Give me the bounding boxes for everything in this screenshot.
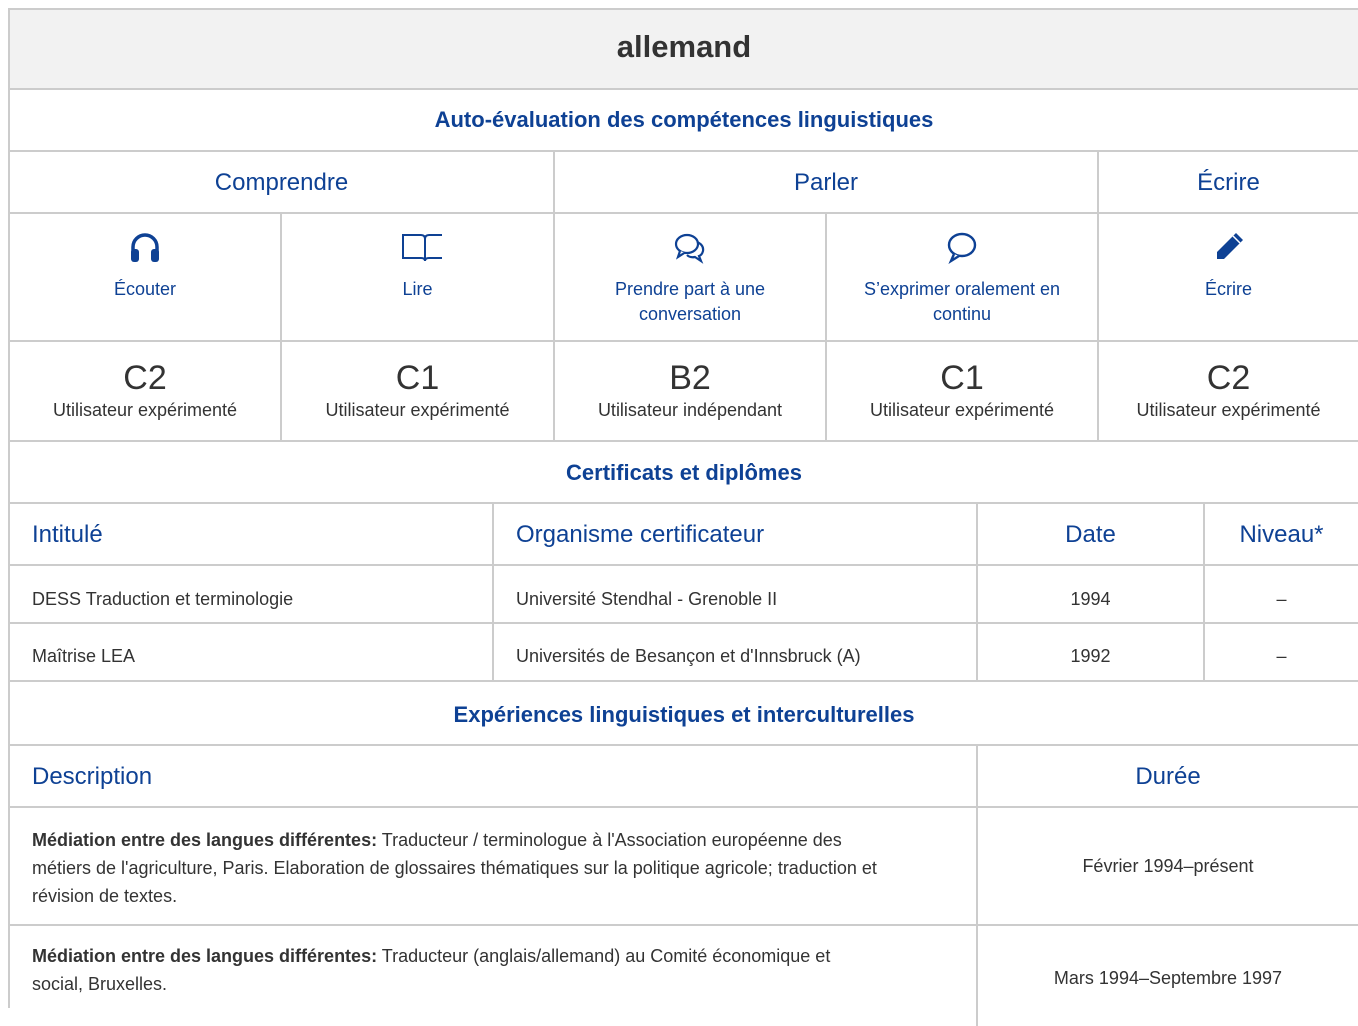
level-description: Utilisateur expérimenté [869, 400, 1055, 420]
experience-description: Médiation entre des langues différentes:… [10, 926, 978, 1026]
level-description: Utilisateur expérimenté [325, 400, 510, 420]
level-description: Utilisateur indépendant [597, 400, 783, 420]
experiences-header-row: Description Durée [10, 746, 1358, 808]
pencil-icon [1216, 233, 1243, 259]
level-code: B2 [669, 359, 711, 397]
group-parler: Parler [555, 152, 1099, 212]
col-niveau: Niveau* [1239, 521, 1324, 548]
speech-bubble-icon [947, 232, 977, 264]
skill-speaking: S’exprimer oralement en continu [827, 214, 1099, 340]
group-ecrire: Écrire [1197, 169, 1260, 196]
skill-label: Écrire [1204, 279, 1252, 299]
level-ecouter: C2 Utilisateur expérimenté [10, 342, 282, 440]
col-intitule: Intitulé [10, 504, 494, 564]
skill-label: Écouter [113, 279, 177, 299]
self-assessment-heading: Auto-évaluation des compétences linguist… [434, 107, 934, 132]
table-row: DESS Traduction et terminologie Universi… [10, 566, 1358, 624]
language-title: allemand [616, 29, 752, 64]
skill-writing: Écrire [1099, 214, 1358, 340]
certificates-heading-row: Certificats et diplômes [10, 442, 1358, 504]
experience-description: Médiation entre des langues différentes:… [10, 808, 978, 924]
level-writing: C2 Utilisateur expérimenté [1099, 342, 1358, 440]
levels-row: C2 Utilisateur expérimenté C1 Utilisateu… [10, 342, 1358, 442]
level-code: C2 [123, 359, 167, 397]
skill-label: Prendre part à une conversation [614, 279, 766, 324]
skill-groups-row: Comprendre Parler Écrire [10, 152, 1358, 214]
col-description: Description [10, 746, 978, 806]
skill-label: S’exprimer oralement en continu [863, 279, 1061, 324]
skill-ecouter: Écouter [10, 214, 282, 340]
group-comprendre: Comprendre [10, 152, 555, 212]
table-row: Médiation entre des langues différentes:… [10, 926, 1358, 1026]
table-row: Maîtrise LEA Universités de Besançon et … [10, 624, 1358, 682]
level-conversation: B2 Utilisateur indépendant [555, 342, 827, 440]
level-code: C1 [940, 359, 984, 397]
col-organisme: Organisme certificateur [494, 504, 978, 564]
skill-conversation: Prendre part à une conversation [555, 214, 827, 340]
headphones-icon [131, 233, 159, 262]
language-passport: allemand Auto-évaluation des compétences… [8, 8, 1358, 1026]
level-lire: C1 Utilisateur expérimenté [282, 342, 555, 440]
skill-lire: Lire [282, 214, 555, 340]
experiences-heading: Expériences linguistiques et intercultur… [453, 702, 915, 727]
experience-duration: Février 1994–présent [1082, 856, 1254, 876]
table-row: Médiation entre des langues différentes:… [10, 808, 1358, 926]
level-description: Utilisateur expérimenté [1136, 400, 1321, 420]
language-title-row: allemand [10, 10, 1358, 90]
skill-label: Lire [402, 279, 433, 299]
self-assessment-heading-row: Auto-évaluation des compétences linguist… [10, 90, 1358, 152]
experiences-heading-row: Expériences linguistiques et intercultur… [10, 682, 1358, 746]
conversation-icon [674, 233, 705, 264]
level-code: C2 [1206, 359, 1251, 397]
level-speaking: C1 Utilisateur expérimenté [827, 342, 1099, 440]
experience-duration: Mars 1994–Septembre 1997 [1053, 968, 1283, 988]
skills-row: Écouter Lire Prendre part à une conversa… [10, 214, 1358, 342]
level-code: C1 [395, 359, 440, 397]
col-duree: Durée [1135, 763, 1201, 790]
certificates-header-row: Intitulé Organisme certificateur Date Ni… [10, 504, 1358, 566]
col-date: Date [978, 504, 1205, 564]
book-icon [401, 234, 442, 262]
level-description: Utilisateur expérimenté [52, 400, 238, 420]
certificates-heading: Certificats et diplômes [566, 460, 802, 485]
